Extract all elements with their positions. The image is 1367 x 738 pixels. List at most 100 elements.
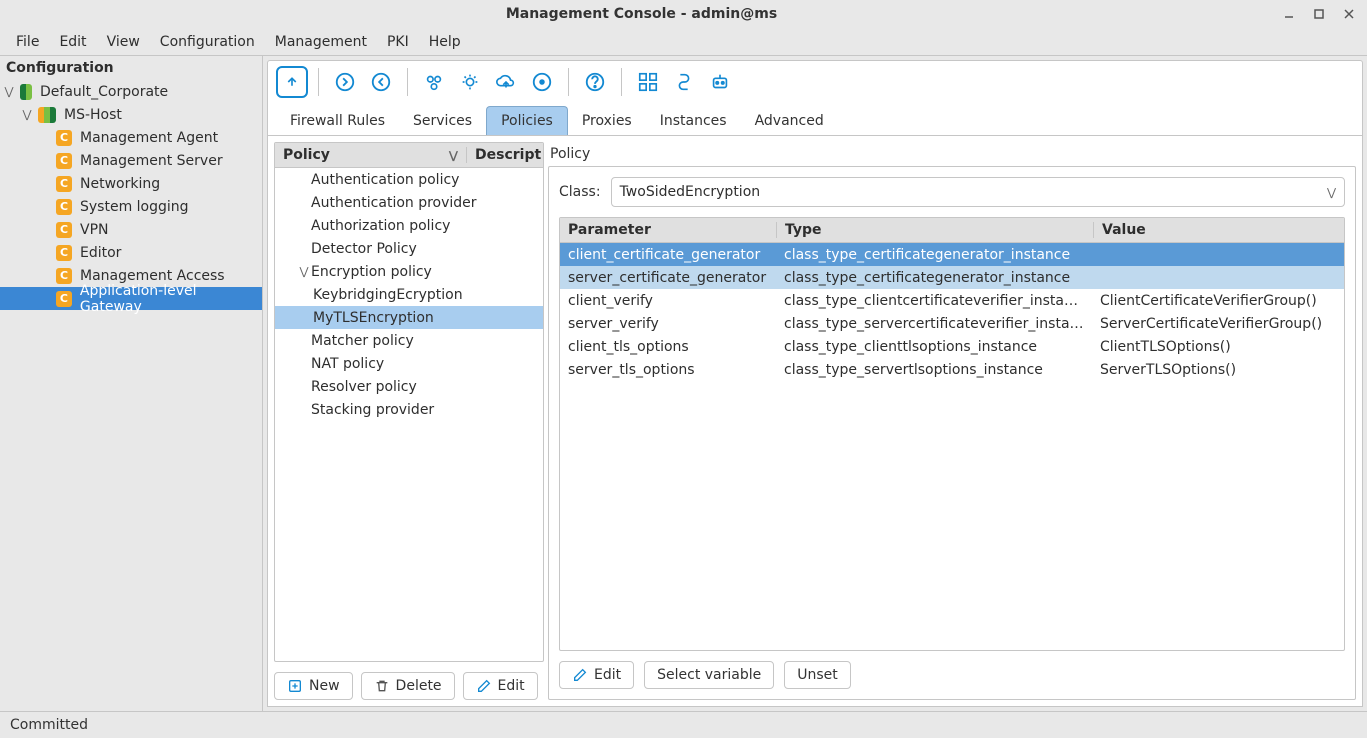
component-icon: C <box>56 268 72 284</box>
snake-icon[interactable] <box>668 66 700 98</box>
new-button[interactable]: New <box>274 672 353 700</box>
window-controls <box>1277 3 1361 25</box>
menu-help[interactable]: Help <box>419 31 471 53</box>
tab-instances[interactable]: Instances <box>646 107 741 135</box>
cell-param: client_tls_options <box>560 339 776 355</box>
toolbar <box>267 60 1363 103</box>
desc-header-cell[interactable]: Descript <box>466 147 543 163</box>
tree-component[interactable]: CVPN <box>0 218 262 241</box>
component-icon: C <box>56 222 72 238</box>
component-icon: C <box>56 199 72 215</box>
chevron-down-icon[interactable]: ⋁ <box>297 265 311 278</box>
delete-button[interactable]: Delete <box>361 672 455 700</box>
help-circle-icon[interactable] <box>579 66 611 98</box>
policy-row-label: KeybridgingEcryption <box>313 287 463 303</box>
param-table-header: Parameter Type Value <box>560 218 1344 243</box>
gear-arrows-icon[interactable] <box>454 66 486 98</box>
tab-proxies[interactable]: Proxies <box>568 107 646 135</box>
menu-file[interactable]: File <box>6 31 49 53</box>
policy-row[interactable]: Resolver policy <box>275 375 543 398</box>
policy-row[interactable]: Stacking provider <box>275 398 543 421</box>
new-button-label: New <box>309 678 340 694</box>
menu-edit[interactable]: Edit <box>49 31 96 53</box>
cell-param: client_certificate_generator <box>560 247 776 263</box>
cell-param: client_verify <box>560 293 776 309</box>
col-param[interactable]: Parameter <box>560 222 776 238</box>
detail-edit-button[interactable]: Edit <box>559 661 634 689</box>
menu-pki[interactable]: PKI <box>377 31 419 53</box>
cloud-upload-icon[interactable] <box>490 66 522 98</box>
cell-type: class_type_clientcertificateverifier_ins… <box>776 293 1092 309</box>
up-arrow-box-icon[interactable] <box>276 66 308 98</box>
circle-arrow-left-icon[interactable] <box>365 66 397 98</box>
col-value[interactable]: Value <box>1093 222 1344 238</box>
tree-component[interactable]: CManagement Agent <box>0 126 262 149</box>
policy-row-label: Stacking provider <box>311 402 434 418</box>
tree-component[interactable]: CEditor <box>0 241 262 264</box>
class-label: Class: <box>559 184 601 200</box>
tree-component[interactable]: CApplication-level Gateway <box>0 287 262 310</box>
policy-row[interactable]: Detector Policy <box>275 237 543 260</box>
detail-edit-label: Edit <box>594 667 621 683</box>
table-row[interactable]: server_verifyclass_type_servercertificat… <box>560 312 1344 335</box>
eye-gear-icon[interactable] <box>418 66 450 98</box>
tab-services[interactable]: Services <box>399 107 486 135</box>
policy-row[interactable]: Authentication policy <box>275 168 543 191</box>
tree-host[interactable]: ⋁ MS-Host <box>0 103 262 126</box>
left-panel: Configuration ⋁ Default_Corporate ⋁ MS-H… <box>0 56 263 711</box>
policy-row[interactable]: KeybridgingEcryption <box>275 283 543 306</box>
class-combobox[interactable]: TwoSidedEncryption ⋁ <box>611 177 1345 207</box>
circle-dot-icon[interactable] <box>526 66 558 98</box>
policy-section-label: Policy <box>548 142 1356 166</box>
table-row[interactable]: server_tls_optionsclass_type_servertlsop… <box>560 358 1344 381</box>
table-row[interactable]: client_certificate_generatorclass_type_c… <box>560 243 1344 266</box>
unset-label: Unset <box>797 667 838 683</box>
tree-component-label: Application-level Gateway <box>76 283 262 315</box>
menu-configuration[interactable]: Configuration <box>150 31 265 53</box>
site-icon <box>20 84 32 100</box>
chevron-down-icon[interactable]: ⋁ <box>20 108 34 121</box>
cell-type: class_type_certificategenerator_instance <box>776 270 1092 286</box>
dashboard-icon[interactable] <box>632 66 664 98</box>
config-tree[interactable]: ⋁ Default_Corporate ⋁ MS-Host CManagemen… <box>0 80 262 711</box>
cell-type: class_type_servertlsoptions_instance <box>776 362 1092 378</box>
tree-component[interactable]: CNetworking <box>0 172 262 195</box>
tree-component[interactable]: CManagement Server <box>0 149 262 172</box>
policy-header-cell[interactable]: Policy ⋁ <box>275 147 466 163</box>
policy-row[interactable]: Matcher policy <box>275 329 543 352</box>
col-type[interactable]: Type <box>776 222 1093 238</box>
edit-button-label: Edit <box>498 678 525 694</box>
tree-site[interactable]: ⋁ Default_Corporate <box>0 80 262 103</box>
tree-component-label: Management Server <box>76 153 223 169</box>
circle-arrow-right-icon[interactable] <box>329 66 361 98</box>
policy-row[interactable]: ⋁Encryption policy <box>275 260 543 283</box>
tab-policies[interactable]: Policies <box>486 106 568 135</box>
close-button[interactable] <box>1337 3 1361 25</box>
tab-firewall-rules[interactable]: Firewall Rules <box>276 107 399 135</box>
cell-value: ServerTLSOptions() <box>1092 362 1344 378</box>
select-variable-button[interactable]: Select variable <box>644 661 774 689</box>
policy-header-label: Policy <box>283 147 330 163</box>
policy-row[interactable]: Authentication provider <box>275 191 543 214</box>
tree-component-label: Networking <box>76 176 160 192</box>
edit-button[interactable]: Edit <box>463 672 538 700</box>
cell-type: class_type_certificategenerator_instance <box>776 247 1092 263</box>
tree-component[interactable]: CSystem logging <box>0 195 262 218</box>
menu-management[interactable]: Management <box>265 31 377 53</box>
unset-button[interactable]: Unset <box>784 661 851 689</box>
policy-row[interactable]: Authorization policy <box>275 214 543 237</box>
policy-row[interactable]: MyTLSEncryption <box>275 306 543 329</box>
robot-icon[interactable] <box>704 66 736 98</box>
policy-row[interactable]: NAT policy <box>275 352 543 375</box>
table-row[interactable]: client_tls_optionsclass_type_clienttlsop… <box>560 335 1344 358</box>
table-row[interactable]: client_verifyclass_type_clientcertificat… <box>560 289 1344 312</box>
minimize-button[interactable] <box>1277 3 1301 25</box>
component-icon: C <box>56 153 72 169</box>
chevron-down-icon[interactable]: ⋁ <box>2 85 16 98</box>
menu-view[interactable]: View <box>97 31 150 53</box>
param-table[interactable]: Parameter Type Value client_certificate_… <box>559 217 1345 651</box>
policy-row-label: Encryption policy <box>311 264 432 280</box>
maximize-button[interactable] <box>1307 3 1331 25</box>
tab-advanced[interactable]: Advanced <box>741 107 838 135</box>
table-row[interactable]: server_certificate_generatorclass_type_c… <box>560 266 1344 289</box>
